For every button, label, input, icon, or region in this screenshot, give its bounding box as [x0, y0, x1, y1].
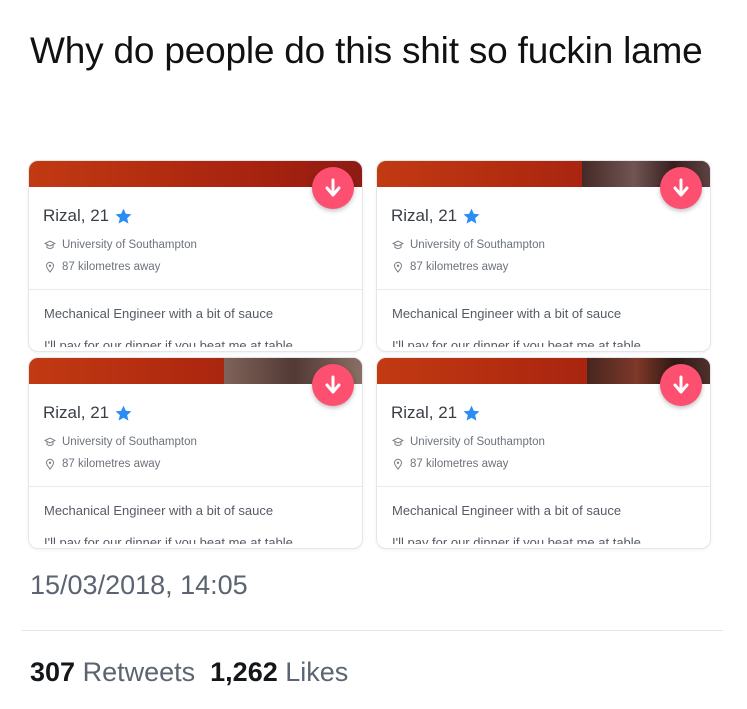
collapse-profile-button[interactable]	[312, 167, 354, 209]
arrow-down-icon	[673, 178, 689, 197]
profile-name: Rizal, 21	[43, 206, 110, 225]
profile-bio: Mechanical Engineer with a bit of sauce	[44, 503, 274, 518]
profile-distance: 87 kilometres away	[62, 261, 161, 273]
location-pin-icon	[45, 261, 55, 273]
profile-bio-truncated: I'll pay for our dinner if you beat me a…	[44, 536, 293, 544]
profile-screenshot-grid: Rizal, 21 University of Southampton 87 k…	[28, 160, 718, 555]
profile-bio: Mechanical Engineer with a bit of sauce	[392, 306, 622, 321]
tweet-stats: 307 Retweets 1,262 Likes	[30, 657, 348, 688]
profile-card: Rizal, 21 University of Southampton 87 k…	[376, 357, 711, 549]
profile-bio-truncated: I'll pay for our dinner if you beat me a…	[392, 339, 641, 347]
arrow-down-icon	[325, 375, 341, 394]
profile-distance: 87 kilometres away	[62, 458, 161, 470]
location-pin-icon	[393, 261, 403, 273]
location-pin-icon	[393, 458, 403, 470]
star-icon	[463, 208, 480, 224]
divider	[377, 486, 710, 487]
profile-distance: 87 kilometres away	[410, 261, 509, 273]
retweet-label[interactable]: Retweets	[83, 657, 196, 687]
profile-name: Rizal, 21	[43, 403, 110, 422]
profile-school: University of Southampton	[410, 436, 545, 448]
tweet-text: Why do people do this shit so fuckin lam…	[30, 30, 703, 71]
profile-distance: 87 kilometres away	[410, 458, 509, 470]
profile-name: Rizal, 21	[391, 206, 458, 225]
star-icon	[115, 405, 132, 421]
profile-card: Rizal, 21 University of Southampton 87 k…	[28, 160, 363, 352]
divider	[29, 486, 362, 487]
tweet-timestamp[interactable]: 15/03/2018, 14:05	[30, 570, 248, 601]
divider	[377, 289, 710, 290]
like-label[interactable]: Likes	[285, 657, 348, 687]
arrow-down-icon	[325, 178, 341, 197]
graduation-cap-icon	[392, 240, 404, 249]
profile-card: Rizal, 21 University of Southampton 87 k…	[28, 357, 363, 549]
profile-school: University of Southampton	[410, 239, 545, 251]
profile-bio-truncated: I'll pay for our dinner if you beat me a…	[392, 536, 641, 544]
profile-name: Rizal, 21	[391, 403, 458, 422]
collapse-profile-button[interactable]	[312, 364, 354, 406]
star-icon	[463, 405, 480, 421]
divider	[22, 630, 723, 631]
graduation-cap-icon	[392, 437, 404, 446]
location-pin-icon	[45, 458, 55, 470]
profile-school: University of Southampton	[62, 436, 197, 448]
collapse-profile-button[interactable]	[660, 167, 702, 209]
profile-school: University of Southampton	[62, 239, 197, 251]
profile-card: Rizal, 21 University of Southampton 87 k…	[376, 160, 711, 352]
graduation-cap-icon	[44, 437, 56, 446]
collapse-profile-button[interactable]	[660, 364, 702, 406]
star-icon	[115, 208, 132, 224]
profile-bio: Mechanical Engineer with a bit of sauce	[44, 306, 274, 321]
graduation-cap-icon	[44, 240, 56, 249]
arrow-down-icon	[673, 375, 689, 394]
profile-bio: Mechanical Engineer with a bit of sauce	[392, 503, 622, 518]
divider	[29, 289, 362, 290]
retweet-count[interactable]: 307	[30, 657, 75, 687]
like-count[interactable]: 1,262	[210, 657, 278, 687]
profile-bio-truncated: I'll pay for our dinner if you beat me a…	[44, 339, 293, 347]
